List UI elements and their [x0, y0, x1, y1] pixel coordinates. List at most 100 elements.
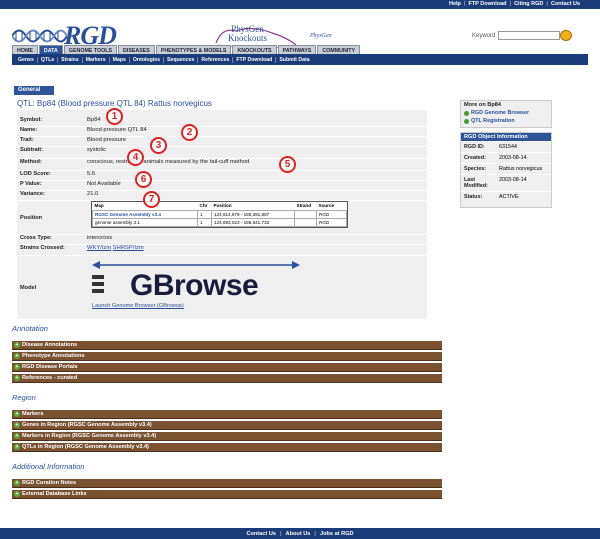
physgen-small-logo[interactable]: PhysGen — [310, 33, 332, 39]
markers-bar[interactable]: + Markers — [12, 410, 442, 419]
subtrait-row: Subtrait: systolic — [17, 147, 427, 159]
top-bar: Help | FTP Download | Citing RGD | Contact … — [0, 0, 600, 9]
subnav-submit-data[interactable]: Submit Data — [276, 57, 312, 63]
tab-diseases[interactable]: DISEASES — [118, 45, 155, 54]
subnav-sequences[interactable]: Sequences — [164, 56, 199, 63]
strain-shrsp-link[interactable]: SHRSP/Izm — [113, 245, 144, 251]
table-row: RGSC Genome Assembly v3.4 1 124,614,679 … — [92, 209, 347, 219]
expand-icon: + — [14, 411, 20, 417]
object-info-row: Created: 2003-08-14 — [461, 152, 551, 163]
keyword-label: Keyword — [472, 33, 496, 39]
search-button[interactable] — [560, 30, 572, 41]
subnav-ontologies[interactable]: Ontologies — [130, 56, 164, 63]
symbol-row: Symbol: Bp84 — [17, 117, 427, 127]
annotation-marker-3: 3 — [150, 137, 167, 154]
footer-about-us[interactable]: About Us — [286, 531, 311, 537]
subnav-strains[interactable]: Strains — [58, 56, 83, 63]
strains-row: Strains Crossed: WKY/Izm SHRSP/Izm — [17, 245, 427, 256]
tab-community[interactable]: COMMUNITY — [317, 45, 361, 54]
rgd-genome-browser-link[interactable]: RGD Genome Browser — [461, 109, 551, 117]
trait-value: Blood pressure — [87, 137, 126, 143]
object-info-row: Status: ACTIVE — [461, 191, 551, 202]
expand-icon: + — [14, 433, 20, 439]
tab-data[interactable]: DATA — [38, 45, 63, 54]
bullet-icon — [464, 118, 469, 124]
lod-row: LOD Score: 5.6 — [17, 171, 427, 181]
object-info-row: RGD ID: 631544 — [461, 141, 551, 152]
expand-icon: + — [14, 444, 20, 450]
pvalue-row: P Value: Not Available — [17, 181, 427, 191]
genes-in-region-bar[interactable]: + Genes in Region (RGSC Genome Assembly v… — [12, 421, 442, 430]
main-tabs: HOME DATA GENOME TOOLS DISEASES PHENOTYP… — [12, 45, 361, 54]
ftp-download-link[interactable]: FTP Download — [468, 1, 506, 7]
subnav-maps[interactable]: Maps — [110, 56, 130, 63]
annotation-marker-4: 4 — [127, 149, 144, 166]
annotation-marker-2: 2 — [181, 124, 198, 141]
expand-icon: + — [14, 342, 20, 348]
gbrowse-banner[interactable]: GBrowse — [92, 259, 300, 307]
top-links: Help | FTP Download | Citing RGD | Contact … — [448, 1, 580, 7]
annotation-marker-6: 6 — [135, 171, 152, 188]
expand-icon: + — [14, 491, 20, 497]
annotation-heading: Annotation — [12, 324, 48, 333]
subnav-references[interactable]: References — [198, 56, 234, 63]
references-curated-bar[interactable]: + References - curated — [12, 374, 442, 383]
qtl-registration-link[interactable]: QTL Registration — [461, 117, 551, 125]
tab-home[interactable]: HOME — [12, 45, 38, 54]
cross-type-row: Cross Type: intercross — [17, 235, 427, 245]
curation-notes-bar[interactable]: + RGD Curation Notes — [12, 479, 442, 488]
map-link-rgsc[interactable]: RGSC Genome Assembly v3.4 — [92, 209, 198, 219]
symbol-value: Bp84 — [87, 117, 101, 123]
more-on-title: More on Bp84 — [461, 101, 551, 109]
method-row: Method: conscious, restrained animals me… — [17, 159, 427, 171]
phenotype-annotations-bar[interactable]: + Phenotype Annotations — [12, 352, 442, 361]
dna-icon — [12, 29, 67, 43]
general-tab[interactable]: General — [14, 86, 54, 95]
subnav-ftp-download[interactable]: FTP Download — [233, 56, 277, 63]
help-link[interactable]: Help — [449, 1, 461, 7]
rgd-disease-portals-bar[interactable]: + RGD Disease Portals — [12, 363, 442, 372]
expand-icon: + — [14, 353, 20, 359]
additional-info-heading: Additional Information — [12, 462, 85, 471]
tab-phenotypes-models[interactable]: PHENOTYPES & MODELS — [155, 45, 232, 54]
sub-navigation: Genes QTLs Strains Markers Maps Ontologi… — [12, 54, 588, 65]
subnav-genes[interactable]: Genes — [15, 56, 38, 63]
pvalue-value: Not Available — [87, 181, 121, 187]
qtls-in-region-bar[interactable]: + QTLs in Region (RGSC Genome Assembly v3… — [12, 443, 442, 452]
subtrait-value: systolic — [87, 147, 107, 153]
tab-pathways[interactable]: PATHWAYS — [277, 45, 317, 54]
gbrowse-logo-text: GBrowse — [130, 269, 259, 302]
object-info-title: RGD Object Information — [461, 133, 551, 141]
subnav-markers[interactable]: Markers — [83, 56, 110, 63]
subnav-qtls[interactable]: QTLs — [38, 56, 59, 63]
object-info-box: RGD Object Information RGD ID: 631544 Cre… — [460, 132, 552, 208]
cross-type-value: intercross — [87, 235, 113, 241]
expand-icon: + — [14, 480, 20, 486]
markers-in-region-bar[interactable]: + Markers in Region (RGSC Genome Assembly… — [12, 432, 442, 441]
more-on-box: More on Bp84 RGD Genome Browser QTL Regi… — [460, 100, 552, 128]
keyword-search-input[interactable] — [498, 31, 560, 40]
disease-annotations-bar[interactable]: + Disease Annotations — [12, 341, 442, 350]
position-table-header: Map Chr Position Strand Source — [94, 203, 335, 209]
position-table: Map Chr Position Strand Source RGSC Geno… — [91, 201, 348, 228]
name-value: Blood pressure QTL 84 — [87, 127, 147, 133]
gbrowse-tracks-icon — [92, 275, 106, 299]
footer-jobs[interactable]: Jobs at RGD — [320, 531, 354, 537]
trait-row: Trait: Blood pressure — [17, 137, 427, 147]
name-row: Name: Blood pressure QTL 84 — [17, 127, 427, 137]
physgen-text: PhysGen Knockouts — [228, 24, 267, 43]
tab-genome-tools[interactable]: GENOME TOOLS — [63, 45, 118, 54]
launch-gbrowse-link[interactable]: Launch Genome Browser (GBrowse) — [92, 303, 184, 309]
variance-value: 21.0 — [87, 191, 99, 197]
lod-value: 5.6 — [87, 171, 96, 177]
strain-wky-link[interactable]: WKY/Izm — [87, 245, 111, 251]
annotation-marker-1: 1 — [106, 108, 123, 125]
contact-us-link[interactable]: Contact Us — [551, 1, 580, 7]
citing-rgd-link[interactable]: Citing RGD — [514, 1, 543, 7]
footer-contact-us[interactable]: Contact Us — [246, 531, 276, 537]
expand-icon: + — [14, 422, 20, 428]
tab-knockouts[interactable]: KNOCKOUTS — [232, 45, 277, 54]
footer: Contact Us | About Us | Jobs at RGD — [0, 528, 600, 539]
external-links-bar[interactable]: + External Database Links — [12, 490, 442, 499]
page-title: QTL: Bp84 (Blood pressure QTL 84) Rattus… — [17, 99, 212, 108]
